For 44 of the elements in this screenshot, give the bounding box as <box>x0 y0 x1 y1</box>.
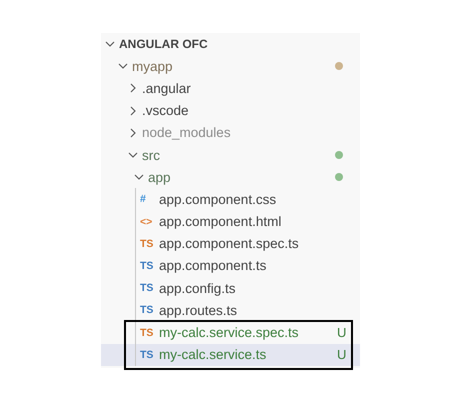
file-type-icon: TS <box>140 282 156 294</box>
file-row[interactable]: TS my-calc.service.spec.ts U <box>101 321 360 344</box>
folder-name[interactable]: .vscode <box>142 103 189 118</box>
chevron-right-icon[interactable] <box>128 83 138 94</box>
folder-name[interactable]: myapp <box>132 58 173 74</box>
file-name[interactable]: app.routes.ts <box>159 302 238 318</box>
chevron-down-icon[interactable] <box>105 39 115 50</box>
file-row[interactable]: <> app.component.html <box>101 210 360 233</box>
file-type-icon: TS <box>140 348 156 361</box>
file-row[interactable]: TS app.component.ts <box>101 254 360 278</box>
file-name[interactable]: app.component.spec.ts <box>159 236 299 252</box>
workspace-title[interactable]: ANGULAR OFC <box>119 37 208 52</box>
file-name[interactable]: my-calc.service.ts <box>159 347 266 362</box>
file-type-icon: TS <box>140 260 156 272</box>
file-name[interactable]: app.component.ts <box>159 258 266 274</box>
file-row[interactable]: src <box>101 144 360 166</box>
git-status-letter: U <box>337 325 346 340</box>
file-row[interactable]: myapp <box>101 55 360 78</box>
chevron-down-icon[interactable] <box>134 172 144 182</box>
file-row[interactable]: TS app.routes.ts <box>101 299 360 322</box>
file-row[interactable]: .angular <box>101 77 360 100</box>
file-row[interactable]: .vscode <box>101 100 360 122</box>
chevron-right-icon[interactable] <box>128 128 138 138</box>
file-name[interactable]: app.component.html <box>159 214 282 230</box>
file-name[interactable]: app.component.css <box>159 192 276 207</box>
selected-row[interactable]: TS my-calc.service.ts U <box>101 344 360 366</box>
file-row[interactable]: TS app.config.ts <box>101 277 360 300</box>
file-type-icon: <> <box>140 216 156 228</box>
file-row[interactable]: TS app.component.spec.ts <box>101 232 360 255</box>
file-type-icon: # <box>140 193 156 206</box>
chevron-down-icon[interactable] <box>118 61 128 72</box>
file-name[interactable]: my-calc.service.spec.ts <box>159 325 299 340</box>
folder-name[interactable]: .angular <box>142 80 191 96</box>
file-type-icon: TS <box>140 304 156 316</box>
file-type-icon: TS <box>140 326 156 339</box>
file-row[interactable]: app <box>101 166 360 188</box>
file-name[interactable]: app.config.ts <box>159 280 236 296</box>
folder-name[interactable]: app <box>148 170 171 185</box>
chevron-right-icon[interactable] <box>128 106 138 116</box>
chevron-down-icon[interactable] <box>128 150 138 160</box>
git-status-letter: U <box>337 347 346 362</box>
file-type-icon: TS <box>140 238 156 250</box>
file-row[interactable]: # app.component.css <box>101 188 360 210</box>
folder-name[interactable]: src <box>142 148 160 163</box>
